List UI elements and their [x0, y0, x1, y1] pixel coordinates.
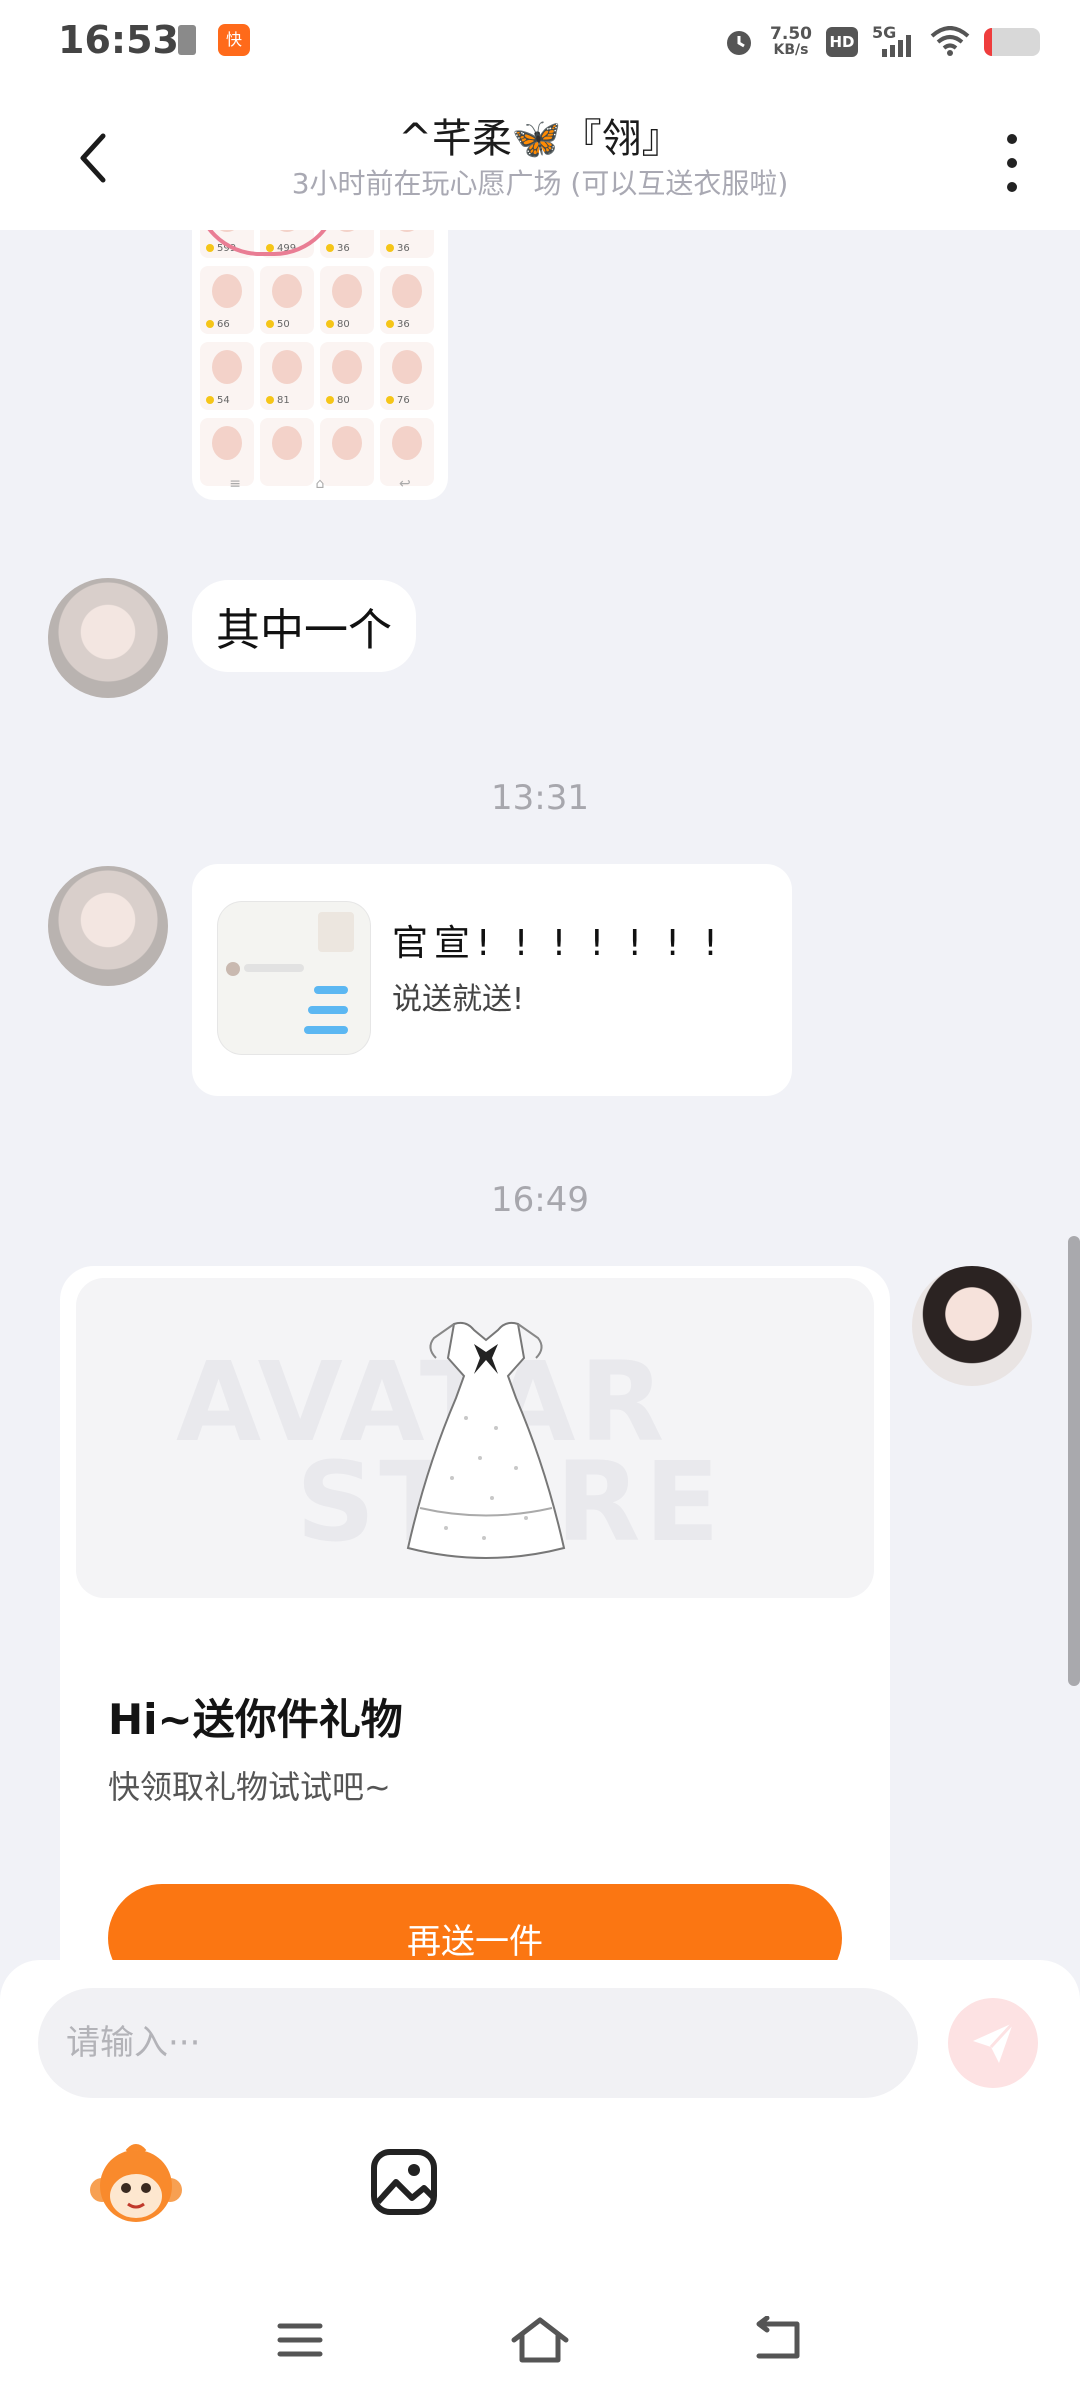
dress-icon [406, 1321, 566, 1559]
battery-saver-icon [178, 25, 196, 55]
item-thumbnail [212, 350, 242, 384]
alarm-icon [727, 31, 752, 55]
menu-icon [277, 2323, 323, 2357]
chat-message-list[interactable]: 599 499 36 36 66 50 80 36 54 81 80 76 ≡ ⌂ ↩ 其中一个 13:3… [0, 230, 1080, 1960]
item-thumbnail [212, 274, 242, 308]
item-price: 54 [206, 395, 230, 406]
item-price: 36 [386, 243, 410, 254]
contact-status: 3小时前在玩心愿广场 (可以互送衣服啦) [291, 167, 789, 200]
hd-voice-icon: HD [826, 27, 858, 57]
sticker-button[interactable] [88, 2138, 184, 2234]
screenshot-item: 76 [380, 342, 434, 410]
home-icon [511, 2317, 569, 2363]
send-button[interactable] [948, 1998, 1038, 2088]
screenshot-nav-bar: ≡ ⌂ ↩ [229, 476, 411, 492]
contact-name: ^芊柔🦋『翎』 [398, 116, 682, 162]
item-thumbnail [392, 350, 422, 384]
network-speed: 7.50 KB/s [770, 24, 812, 59]
nav-home-button[interactable] [500, 2310, 580, 2370]
item-price: 36 [386, 319, 410, 330]
status-bar: 16:53 快 7.50 KB/s HD 5G [0, 0, 1080, 84]
system-nav-bar [0, 2280, 1080, 2400]
screenshot-item: 80 [320, 266, 374, 334]
gift-title: Hi~送你件礼物 [108, 1695, 403, 1744]
screenshot-item-grid: 599 499 36 36 66 50 80 36 54 81 80 76 [200, 230, 440, 486]
screenshot-item: 36 [380, 230, 434, 258]
gift-image: AVATAR STORE [76, 1278, 874, 1598]
sender-avatar[interactable] [48, 866, 168, 986]
gift-card-message[interactable]: AVATAR STORE Hi~送你件礼物 快领取礼物试试吧~ 再送一件 [60, 1266, 890, 1960]
screenshot-item: 81 [260, 342, 314, 410]
network-speed-unit: KB/s [773, 42, 809, 58]
nav-back-button[interactable] [740, 2310, 820, 2370]
item-price: 36 [326, 243, 350, 254]
battery-icon [984, 28, 1040, 56]
item-thumbnail [392, 230, 422, 232]
item-price: 76 [386, 395, 410, 406]
item-thumbnail [332, 274, 362, 308]
share-card-title: 官宣! ! ! ! ! ! ! [392, 923, 724, 964]
screenshot-item: 54 [200, 342, 254, 410]
item-price: 66 [206, 319, 230, 330]
item-thumbnail [332, 426, 362, 460]
battery-level [984, 28, 993, 56]
message-timestamp: 13:31 [491, 778, 589, 818]
image-picker-button[interactable] [368, 2146, 440, 2218]
message-input[interactable] [38, 1988, 918, 2098]
nav-menu-button[interactable] [260, 2310, 340, 2370]
text-message[interactable]: 其中一个 [192, 580, 416, 672]
item-thumbnail [272, 274, 302, 308]
item-thumbnail [272, 350, 302, 384]
screenshot-item: 36 [380, 266, 434, 334]
item-thumbnail [212, 426, 242, 460]
app-notification-icon: 快 [218, 24, 250, 56]
message-timestamp: 16:49 [491, 1180, 589, 1220]
more-vertical-icon [1007, 134, 1017, 144]
screenshot-item: 66 [200, 266, 254, 334]
image-icon [371, 2149, 437, 2215]
gift-subtitle: 快领取礼物试试吧~ [108, 1768, 391, 1806]
wifi-icon [930, 26, 970, 56]
image-message[interactable]: 599 499 36 36 66 50 80 36 54 81 80 76 ≡ ⌂ ↩ [192, 230, 448, 500]
item-price: 50 [266, 319, 290, 330]
screenshot-item: 50 [260, 266, 314, 334]
more-options-button[interactable] [992, 128, 1032, 198]
monkey-sticker-icon [90, 2144, 182, 2222]
share-card-thumbnail [218, 902, 370, 1054]
screenshot-item: 80 [320, 342, 374, 410]
item-thumbnail [392, 274, 422, 308]
item-thumbnail [392, 426, 422, 460]
network-speed-value: 7.50 [770, 24, 812, 44]
cellular-signal-icon: 5G [872, 23, 916, 59]
my-avatar[interactable] [912, 1266, 1032, 1386]
screenshot-item: 36 [320, 230, 374, 258]
send-another-button[interactable]: 再送一件 [108, 1884, 842, 1960]
item-thumbnail [272, 426, 302, 460]
share-card-subtitle: 说送就送! [392, 982, 525, 1017]
item-thumbnail [332, 230, 362, 232]
paper-plane-icon [973, 2021, 1015, 2063]
item-price: 80 [326, 395, 350, 406]
sender-avatar[interactable] [48, 578, 168, 698]
status-time: 16:53 [58, 18, 179, 62]
share-card-message[interactable]: 官宣! ! ! ! ! ! ! 说送就送! [192, 864, 792, 1096]
chat-header: ^芊柔🦋『翎』 3小时前在玩心愿广场 (可以互送衣服啦) [0, 84, 1080, 230]
status-indicators: 7.50 KB/s HD 5G [722, 18, 1040, 66]
scrollbar[interactable] [1068, 1236, 1080, 1686]
return-icon [756, 2316, 800, 2359]
item-thumbnail [332, 350, 362, 384]
item-price: 81 [266, 395, 290, 406]
item-price: 80 [326, 319, 350, 330]
